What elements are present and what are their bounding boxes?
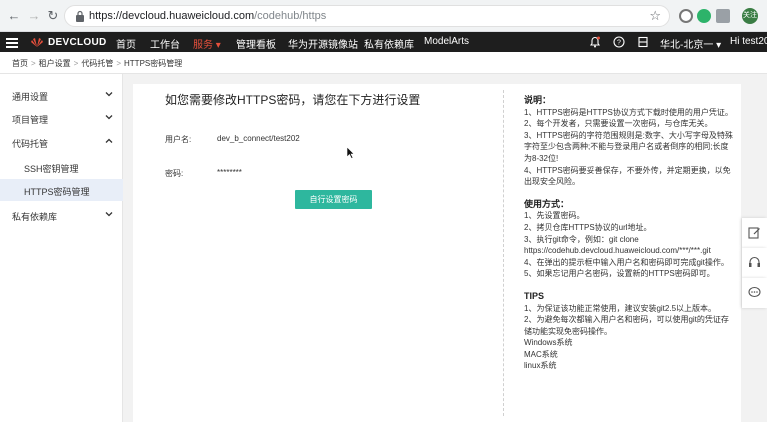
help-tips-line: 2、为避免每次都输入用户名和密码，可以使用git的凭证存储功能实现免密码操作。 [524,315,729,336]
extension-puzzle-icon[interactable] [716,9,730,23]
set-password-button[interactable]: 自行设置密码 [295,190,372,209]
https-password-panel: 如您需要修改HTTPS密码，请您在下方进行设置 用户名: dev_b_conne… [133,84,741,422]
help-desc-line: 2、每个开发者，只需要设置一次密码，与仓库无关。 [524,119,713,129]
help-usage-line: 4、在弹出的提示框中输入用户名和密码即可完成git操作。 [524,257,729,267]
region-selector[interactable]: 华北-北京一 ▾ [660,36,721,51]
forward-icon[interactable]: → [26,8,42,24]
chevron-up-icon [105,138,113,143]
top-navigation: DEVCLOUD 首页 工作台 服务 ▾ 管理看板 华为开源镜像站 私有依赖库 … [0,32,767,52]
chevron-down-icon [105,212,113,217]
divider [503,90,504,416]
bookmark-star-icon[interactable]: ☆ [649,8,661,24]
bell-icon[interactable] [589,36,601,48]
help-tips-link[interactable]: MAC系统 [524,349,734,361]
nav-home[interactable]: 首页 [116,36,136,51]
profile-avatar[interactable]: 关注 [742,8,758,24]
help-desc-line: 4、HTTPS密码要妥善保存，不要外传，并定期更换，以免出现安全风险。 [524,165,731,187]
help-usage-line: 5、如果忘记用户名密码，设置新的HTTPS密码即可。 [524,269,715,279]
sidebar-item-project[interactable]: 项目管理 [0,107,123,129]
back-icon[interactable]: ← [6,8,22,24]
nav-services[interactable]: 服务 ▾ [193,36,221,51]
extension-circle-icon[interactable] [679,9,693,23]
help-tips-link[interactable]: Windows系统 [524,337,734,349]
browser-toolbar: ← → ↻ https://devcloud.huaweicloud.com/c… [0,0,767,32]
user-menu[interactable]: Hi test202 [730,36,767,47]
breadcrumb-current: HTTPS密码管理 [124,59,183,68]
sidebar-item-codehub[interactable]: 代码托管 [0,131,123,153]
nav-dashboard[interactable]: 管理看板 [236,36,276,51]
headset-icon [749,256,760,267]
extension-green-icon[interactable] [697,9,711,23]
help-desc-title: 说明： [524,95,552,105]
page-title: 如您需要修改HTTPS密码，请您在下方进行设置 [165,93,421,107]
breadcrumb-tenant-settings[interactable]: 租户设置 [39,59,71,68]
huawei-logo-icon [31,38,43,47]
mouse-cursor-icon [346,146,355,159]
nav-mirror[interactable]: 华为开源镜像站 [288,36,358,51]
help-usage-title: 使用方式： [524,198,570,209]
help-tips-title: TIPS [524,290,545,301]
breadcrumb: 首页 > 租户设置 > 代码托管 > HTTPS密码管理 [0,52,767,74]
breadcrumb-home[interactable]: 首页 [12,59,28,68]
edit-icon [748,227,760,239]
help-usage-line: 1、先设置密码。 [524,211,585,221]
reload-icon[interactable]: ↻ [45,8,61,24]
chevron-down-icon [105,115,113,120]
lock-icon [76,10,84,22]
sidebar: 通用设置 项目管理 代码托管 SSH密钥管理 HTTPS密码管理 私有依赖库 [0,74,123,422]
help-panel: 说明： 1、HTTPS密码是HTTPS协议方式下载时使用的用户凭证。 2、每个开… [524,95,734,372]
username-value: dev_b_connect/test202 [217,134,300,143]
help-usage-line: 2、拷贝仓库HTTPS协议的url地址。 [524,222,652,232]
password-value: ******** [217,168,242,177]
help-desc-line: 1、HTTPS密码是HTTPS协议方式下载时使用的用户凭证。 [524,107,733,117]
sidebar-item-ssh-keys[interactable]: SSH密钥管理 [0,156,123,178]
console-icon[interactable] [637,36,649,48]
feedback-button[interactable] [742,218,767,248]
help-tips-line: 1、为保证该功能正常使用，建议安装git2.5以上版本。 [524,303,717,313]
chevron-down-icon [105,92,113,97]
sidebar-item-general[interactable]: 通用设置 [0,84,123,106]
help-desc-line: 3、HTTPS密码的字符范围规则是:数字、大小写字母及特殊字符至少包含两种;不能… [524,130,733,163]
nav-modelarts[interactable]: ModelArts [424,36,469,47]
chat-button[interactable] [742,278,767,308]
password-label: 密码: [165,169,184,178]
username-label: 用户名: [165,135,192,144]
sidebar-item-https-password[interactable]: HTTPS密码管理 [0,179,123,201]
menu-icon[interactable] [6,36,18,48]
help-usage-line: 3、执行git命令，例如：git clone https://codehub.d… [524,234,711,256]
nav-private-repo[interactable]: 私有依赖库 [364,36,414,51]
nav-workbench[interactable]: 工作台 [150,36,180,51]
breadcrumb-codehub[interactable]: 代码托管 [81,59,113,68]
svg-text:?: ? [617,40,621,47]
chat-icon [748,286,761,298]
sidebar-item-private-repo[interactable]: 私有依赖库 [0,204,123,226]
devcloud-logo[interactable]: DEVCLOUD [30,36,107,48]
help-tips-link[interactable]: linux系统 [524,360,734,372]
address-bar[interactable]: https://devcloud.huaweicloud.com/codehub… [64,5,670,27]
help-icon[interactable]: ? [613,36,625,48]
support-button[interactable] [742,248,767,278]
url-text: https://devcloud.huaweicloud.com/codehub… [89,10,327,22]
